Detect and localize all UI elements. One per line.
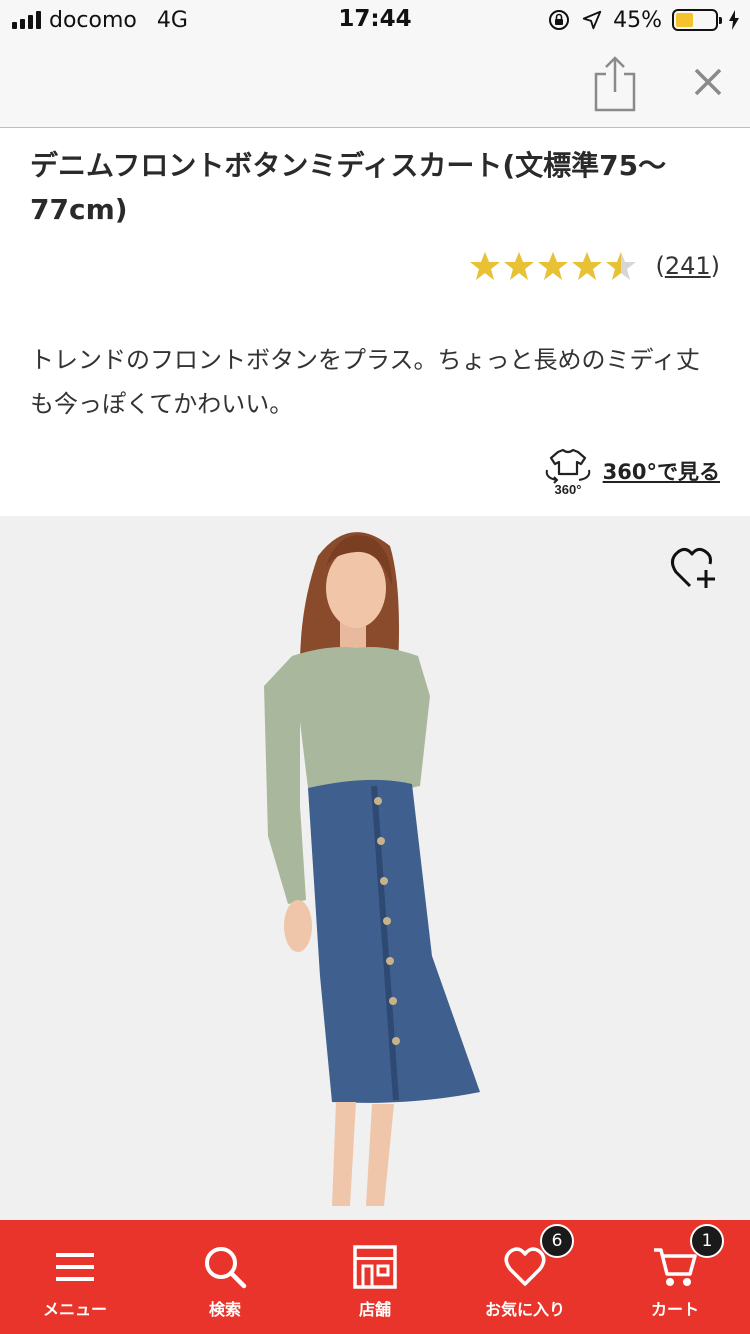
view-360-label[interactable]: 360°で見る <box>603 456 720 486</box>
tab-store-label: 店舗 <box>358 1300 391 1319</box>
tab-search-label: 検索 <box>208 1300 241 1319</box>
close-button[interactable] <box>688 62 728 102</box>
view-360-button[interactable]: 360° 360°で見る <box>543 446 720 496</box>
model-photo <box>264 532 480 1206</box>
review-count-link[interactable]: 241 <box>665 252 711 280</box>
product-rating[interactable]: (241) <box>469 246 720 286</box>
status-bar: docomo 4G 17:44 45% <box>0 0 750 40</box>
product-description: トレンドのフロントボタンをプラス。ちょっと長めのミディ丈も今っぽくてかわいい。 <box>30 346 700 418</box>
star-icon <box>504 252 535 280</box>
battery-icon <box>672 9 722 31</box>
rating-stars <box>469 250 637 282</box>
battery-percent: 45% <box>613 7 662 33</box>
rotate-360-icon: 360° <box>545 448 590 496</box>
tab-favorites-label: お気に入り <box>484 1300 565 1319</box>
tab-favorites[interactable]: お気に入り 6 <box>450 1220 600 1334</box>
star-icon <box>572 252 603 280</box>
svg-text:360°: 360° <box>554 482 581 496</box>
share-icon <box>594 56 636 112</box>
rotation-lock-icon <box>549 10 570 30</box>
review-count[interactable]: (241) <box>655 252 720 280</box>
top-toolbar <box>0 40 750 128</box>
favorites-badge: 6 <box>540 1224 574 1258</box>
share-button[interactable] <box>592 54 638 112</box>
tab-menu[interactable]: メニュー <box>0 1220 150 1334</box>
cart-badge: 1 <box>690 1224 724 1258</box>
tab-cart[interactable]: カート 1 <box>600 1220 750 1334</box>
product-image[interactable] <box>0 516 750 1220</box>
star-icon <box>538 252 569 280</box>
bottom-tab-bar: メニュー 検索 店舗 お気に入り 6 カート 1 <box>0 1220 750 1334</box>
tab-store[interactable]: 店舗 <box>300 1220 450 1334</box>
menu-icon <box>56 1253 94 1281</box>
tab-menu-label: メニュー <box>42 1300 107 1319</box>
cart-icon <box>654 1248 697 1286</box>
star-icon <box>470 252 501 280</box>
product-title: デニムフロントボタンミディスカート(文標準75〜77cm) <box>30 149 667 226</box>
search-icon <box>205 1247 247 1289</box>
close-icon <box>694 68 722 96</box>
heart-plus-icon <box>671 547 715 588</box>
tab-search[interactable]: 検索 <box>150 1220 300 1334</box>
charging-icon <box>729 10 739 30</box>
add-to-favorites-button[interactable] <box>670 546 720 592</box>
location-icon <box>582 10 602 30</box>
status-right: 45% <box>547 6 740 34</box>
heart-icon <box>504 1247 546 1286</box>
store-icon <box>353 1245 397 1289</box>
battery-fill <box>676 13 694 27</box>
star-icon <box>606 252 637 280</box>
tab-cart-label: カート <box>650 1300 699 1319</box>
